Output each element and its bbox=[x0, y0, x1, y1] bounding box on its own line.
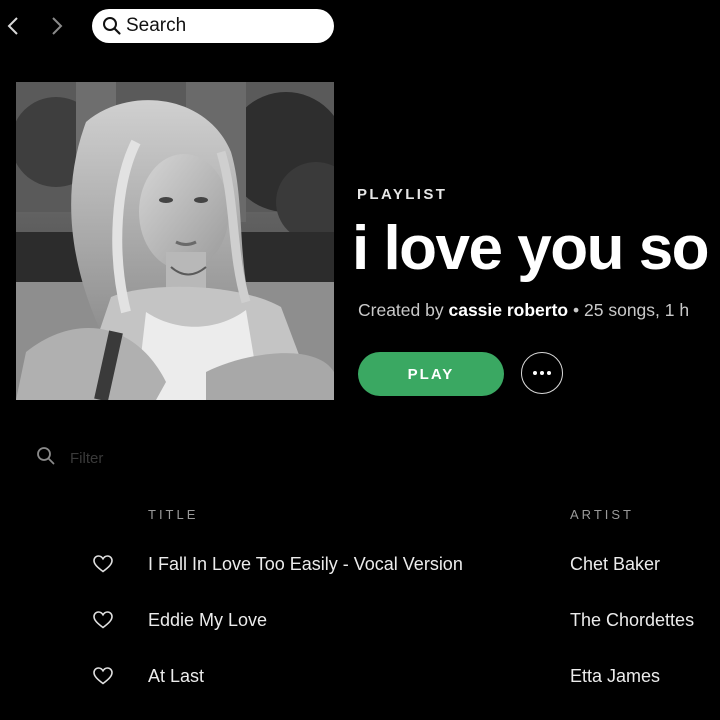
heart-icon[interactable] bbox=[93, 667, 113, 685]
playlist-owner-link[interactable]: cassie roberto bbox=[448, 300, 568, 320]
column-header-title[interactable]: TITLE bbox=[148, 507, 198, 522]
search-bar[interactable] bbox=[92, 9, 334, 43]
playlist-stats: 25 songs, 1 h bbox=[584, 300, 690, 320]
track-artist-link[interactable]: Chet Baker bbox=[570, 554, 660, 575]
filter-bar[interactable] bbox=[36, 446, 190, 470]
play-button[interactable]: PLAY bbox=[358, 352, 504, 396]
track-artist-link[interactable]: The Chordettes bbox=[570, 610, 694, 631]
track-title: Eddie My Love bbox=[148, 610, 268, 630]
heart-icon[interactable] bbox=[93, 611, 113, 629]
forward-button[interactable] bbox=[46, 12, 68, 40]
filter-search-icon bbox=[36, 446, 56, 471]
table-row[interactable]: Eddie My Love The Chordettes bbox=[0, 600, 720, 640]
spotify-playlist-page: PLAYLIST i love you so Created by cassie… bbox=[0, 0, 720, 720]
more-options-icon bbox=[533, 371, 551, 375]
heart-icon[interactable] bbox=[93, 555, 113, 573]
search-icon bbox=[102, 16, 122, 36]
filter-input[interactable] bbox=[70, 449, 190, 467]
playlist-type-label: PLAYLIST bbox=[357, 186, 448, 203]
playlist-cover-photo bbox=[16, 82, 334, 400]
more-options-button[interactable] bbox=[521, 352, 563, 394]
table-row[interactable]: At Last Etta James bbox=[0, 656, 720, 696]
playlist-meta: Created by cassie roberto • 25 songs, 1 … bbox=[358, 300, 689, 321]
meta-separator: • bbox=[573, 300, 580, 320]
chevron-right-icon bbox=[52, 17, 63, 35]
search-input[interactable] bbox=[126, 15, 306, 37]
created-by-label: Created by bbox=[358, 300, 444, 320]
playlist-title: i love you so bbox=[352, 214, 710, 283]
column-header-artist[interactable]: ARTIST bbox=[570, 507, 634, 522]
track-artist-link[interactable]: Etta James bbox=[570, 666, 660, 687]
chevron-left-icon bbox=[7, 17, 18, 35]
track-title: I Fall In Love Too Easily - Vocal Versio… bbox=[148, 554, 463, 574]
playlist-cover bbox=[16, 82, 334, 400]
back-button[interactable] bbox=[2, 12, 24, 40]
table-row[interactable]: I Fall In Love Too Easily - Vocal Versio… bbox=[0, 544, 720, 584]
track-title: At Last bbox=[148, 666, 205, 686]
